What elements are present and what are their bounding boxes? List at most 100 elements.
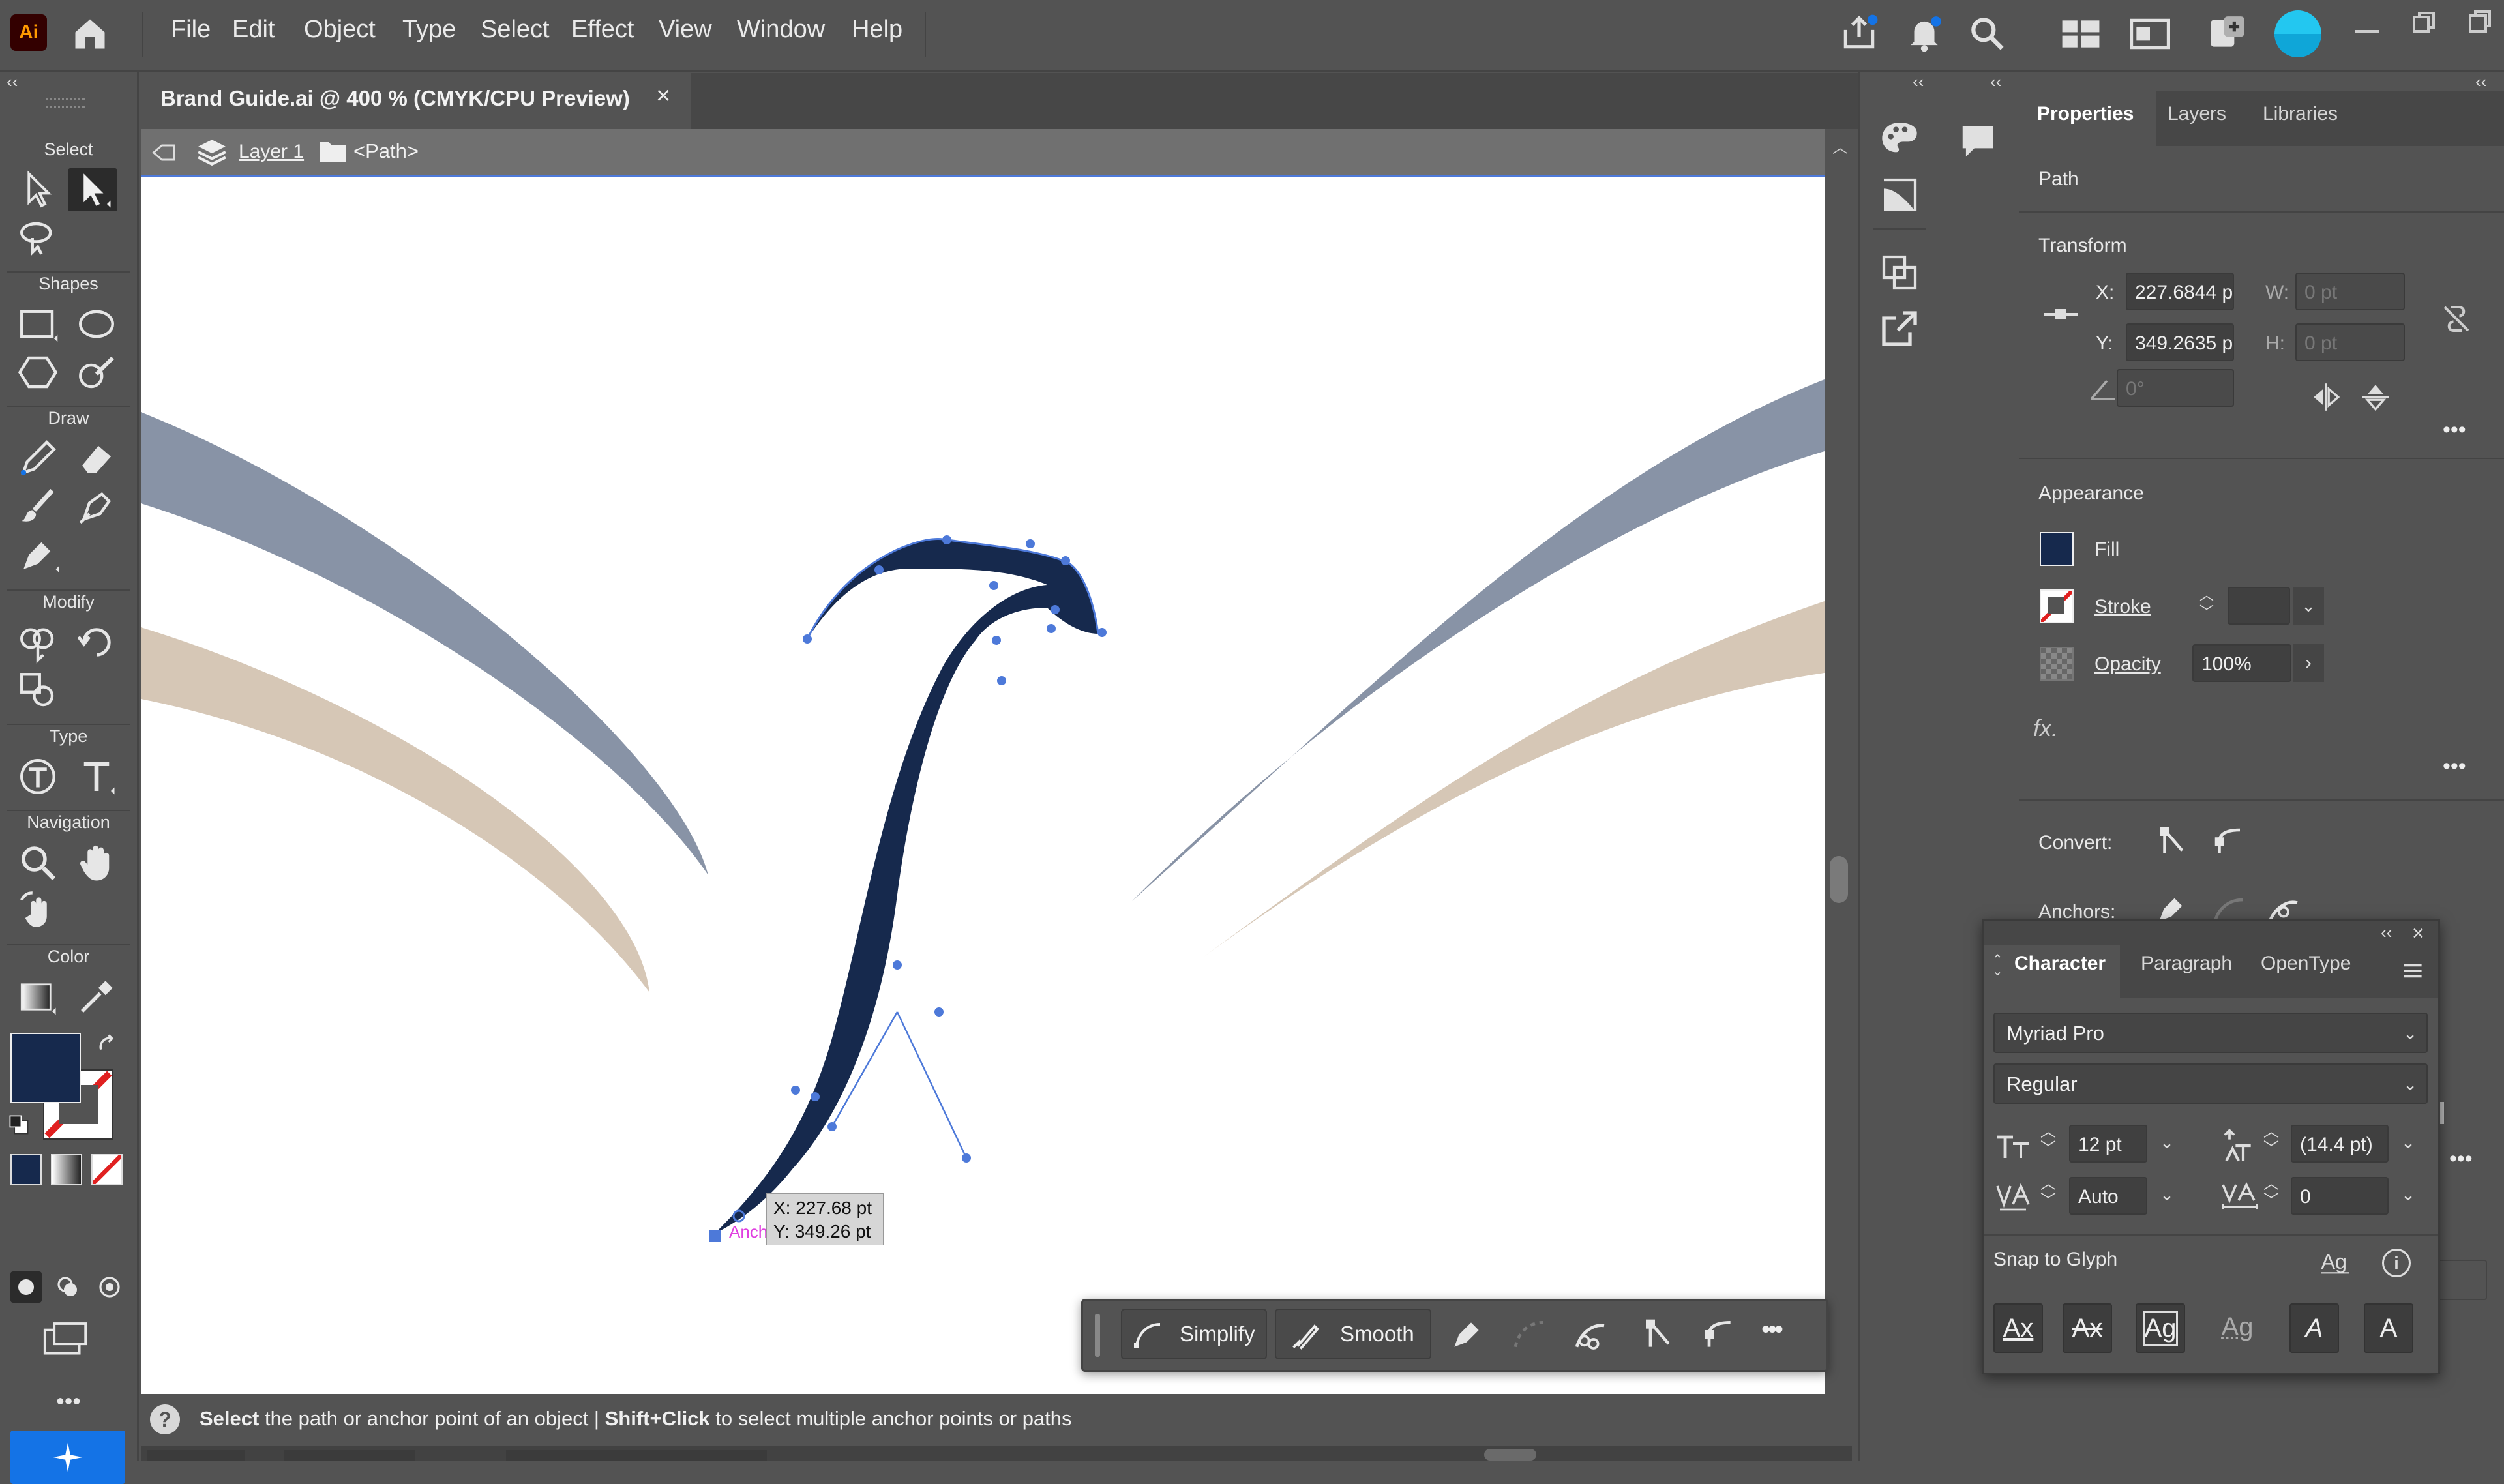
rotate-angle-input[interactable]: 0°	[2117, 369, 2234, 407]
pen-edit-icon[interactable]	[1448, 1316, 1485, 1353]
stroke-link[interactable]: Stroke	[2094, 596, 2151, 618]
draw-normal-icon[interactable]	[10, 1271, 42, 1303]
stroke-weight-dropdown[interactable]: ⌄	[2293, 587, 2324, 625]
pen-tool-icon[interactable]	[13, 533, 63, 576]
notification-bell-icon[interactable]	[1904, 13, 1945, 53]
snap-glyph-options-icon[interactable]: Ag	[2317, 1245, 2353, 1279]
simplify-button[interactable]: Simplify	[1121, 1309, 1267, 1359]
leading-input[interactable]: (14.4 pt)	[2291, 1125, 2389, 1163]
rotate-view-tool-icon[interactable]	[13, 889, 63, 932]
snap-x-height-button[interactable]: Ax	[2063, 1303, 2112, 1353]
shaper-tool-icon[interactable]	[72, 351, 121, 394]
info-icon[interactable]: i	[2382, 1249, 2411, 1277]
snap-proximity-button[interactable]: Ag	[2213, 1303, 2262, 1353]
opacity-input[interactable]: 100%	[2192, 644, 2291, 682]
snap-baseline-button[interactable]: Ax	[1993, 1303, 2043, 1353]
leading-stepper[interactable]: ︿ ﹀	[2263, 1123, 2279, 1157]
tab-properties[interactable]: Properties	[2037, 103, 2134, 125]
workspace-switcher-icon[interactable]	[2061, 16, 2101, 52]
fill-color-swatch[interactable]	[2040, 532, 2074, 566]
y-position-input[interactable]: 349.2635 p	[2126, 323, 2234, 361]
rectangle-tool-icon[interactable]	[13, 303, 63, 346]
kerning-input[interactable]: Auto	[2069, 1177, 2147, 1215]
eyedropper-tool-icon[interactable]	[72, 975, 121, 1018]
tab-libraries[interactable]: Libraries	[2263, 103, 2338, 125]
smooth-button[interactable]: Smooth	[1275, 1309, 1431, 1359]
width-input[interactable]: 0 pt	[2295, 273, 2405, 310]
snap-anchor-button[interactable]: A	[2364, 1303, 2413, 1353]
draw-inside-icon[interactable]	[94, 1271, 125, 1303]
document-tab[interactable]: Brand Guide.ai @ 400 % (CMYK/CPU Preview…	[141, 73, 691, 128]
menu-edit[interactable]: Edit	[232, 16, 275, 44]
font-size-input[interactable]: 12 pt	[2069, 1125, 2147, 1163]
none-mode-button[interactable]	[91, 1154, 123, 1185]
convert-corner-icon[interactable]	[1641, 1316, 1678, 1353]
stroke-weight-input[interactable]	[2228, 587, 2290, 625]
constrain-proportions-icon[interactable]	[2439, 301, 2474, 336]
menu-type[interactable]: Type	[402, 16, 456, 44]
task-bar-grip[interactable]	[1095, 1314, 1100, 1357]
tab-opentype[interactable]: OpenType	[2261, 953, 2351, 975]
menu-object[interactable]: Object	[304, 16, 376, 44]
fill-swatch[interactable]	[10, 1033, 81, 1103]
menu-file[interactable]: File	[171, 16, 211, 44]
pencil-tool-icon[interactable]	[13, 437, 63, 480]
transform-more-button[interactable]: •••	[2443, 417, 2466, 443]
help-icon[interactable]: ?	[150, 1404, 180, 1434]
collapse-panel-icon[interactable]: ‹‹	[2475, 72, 2486, 92]
font-size-dropdown[interactable]: ⌄	[2151, 1125, 2183, 1163]
convert-to-smooth-icon[interactable]	[2211, 824, 2246, 859]
menu-view[interactable]: View	[659, 16, 712, 44]
reference-point-icon[interactable]	[2041, 301, 2080, 327]
flip-horizontal-icon[interactable]	[2310, 381, 2342, 413]
blob-brush-tool-icon[interactable]	[72, 485, 121, 528]
tab-layers[interactable]: Layers	[2168, 103, 2226, 125]
ellipse-tool-icon[interactable]	[72, 303, 121, 346]
close-window-icon[interactable]	[2466, 9, 2492, 35]
font-size-stepper[interactable]: ︿ ﹀	[2040, 1123, 2056, 1157]
default-fill-stroke-icon[interactable]	[8, 1114, 30, 1136]
restore-window-icon[interactable]	[2411, 9, 2437, 35]
toolbar-grip[interactable]	[46, 98, 85, 108]
font-family-dropdown[interactable]: Myriad Pro ⌄	[1993, 1013, 2428, 1053]
share-icon[interactable]	[1839, 13, 1879, 53]
home-icon[interactable]	[70, 14, 110, 53]
rotation-field[interactable]	[284, 1450, 415, 1461]
kerning-stepper[interactable]: ︿ ﹀	[2040, 1176, 2056, 1209]
kerning-dropdown[interactable]: ⌄	[2151, 1177, 2183, 1215]
draw-behind-icon[interactable]	[52, 1271, 83, 1303]
panel-field-partial[interactable]	[2436, 1260, 2487, 1300]
artboard-canvas[interactable]: Anchor X: 227.68 pt Y: 349.26 pt	[141, 177, 1825, 1394]
direct-selection-tool-icon[interactable]	[68, 168, 117, 211]
zoom-field[interactable]	[147, 1450, 245, 1461]
shape-builder-tool-icon[interactable]	[13, 621, 63, 664]
vertical-scrollbar[interactable]: ︿ ﹀	[1826, 129, 1852, 1429]
snap-angular-button[interactable]: A	[2289, 1303, 2339, 1353]
tracking-input[interactable]: 0	[2291, 1177, 2389, 1215]
tab-paragraph[interactable]: Paragraph	[2141, 953, 2232, 975]
snap-glyph-bounds-button[interactable]: Ag	[2136, 1303, 2185, 1353]
rotate-tool-icon[interactable]	[72, 621, 121, 664]
character-tab-arrows[interactable]: ⌃ ⌄	[1992, 953, 2003, 978]
touch-type-tool-icon[interactable]	[13, 755, 63, 798]
export-icon[interactable]	[1879, 308, 1920, 349]
tab-character[interactable]: Character	[2014, 953, 2106, 975]
collapse-dock-icon[interactable]: ‹‹	[1913, 72, 1924, 92]
flip-vertical-icon[interactable]	[2359, 381, 2392, 413]
close-character-icon[interactable]: ×	[2412, 921, 2424, 945]
arrange-documents-icon[interactable]	[2130, 16, 2170, 52]
scroll-thumb[interactable]	[1830, 856, 1848, 903]
selection-tool-icon[interactable]	[13, 168, 63, 211]
minimize-window-icon[interactable]	[2355, 17, 2381, 43]
color-mode-button[interactable]	[10, 1154, 42, 1185]
generative-ai-button[interactable]	[10, 1431, 125, 1484]
tracking-stepper[interactable]: ︿ ﹀	[2263, 1176, 2279, 1209]
character-panel-header[interactable]	[1984, 921, 2438, 945]
opacity-menu-button[interactable]: ›	[2293, 644, 2324, 682]
gradient-mode-button[interactable]	[51, 1154, 82, 1185]
artboard-nav[interactable]	[506, 1450, 767, 1461]
swap-fill-stroke-icon[interactable]	[97, 1034, 119, 1056]
stroke-color-swatch[interactable]	[2040, 589, 2074, 623]
collapse-dock-icon[interactable]: ‹‹	[1990, 72, 2001, 92]
more-options-button[interactable]: •••	[1761, 1315, 1783, 1344]
